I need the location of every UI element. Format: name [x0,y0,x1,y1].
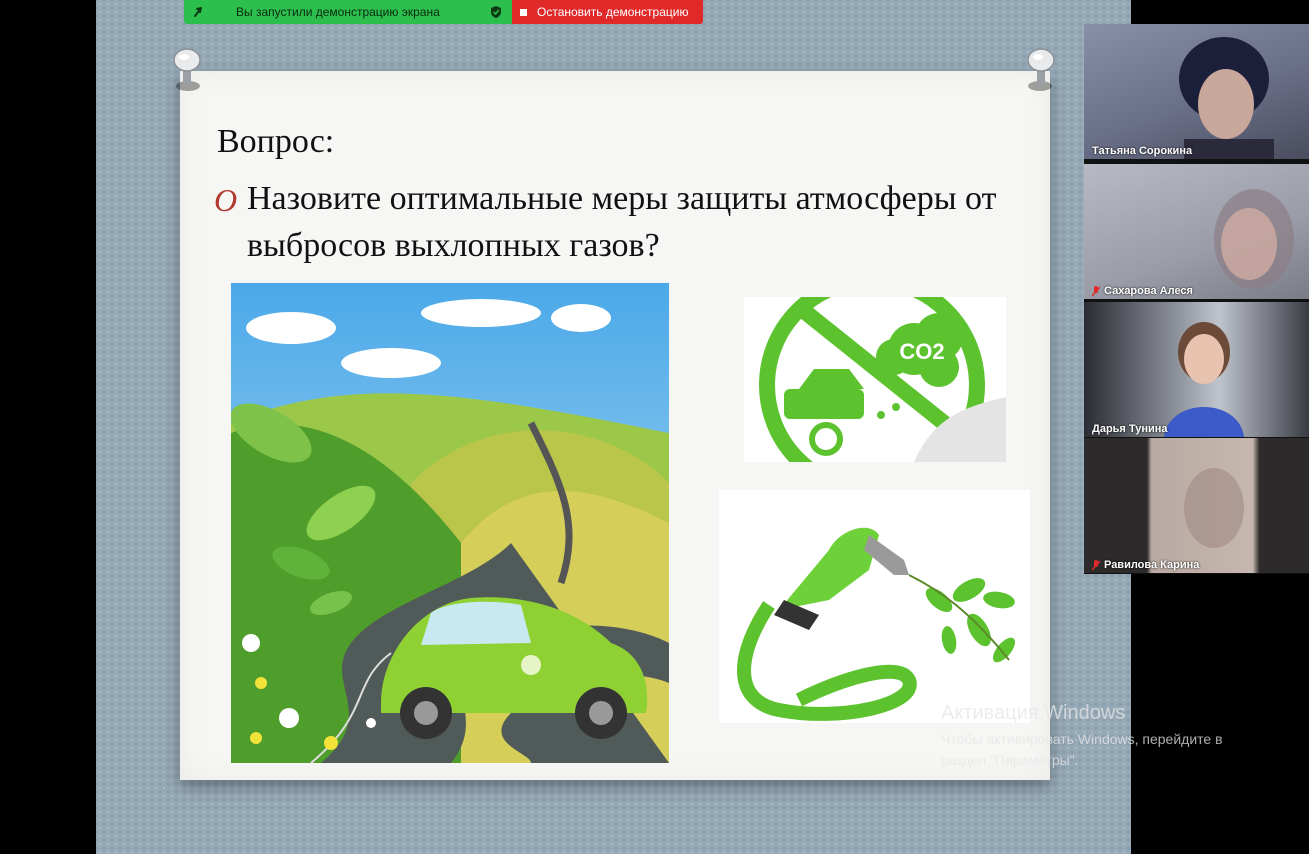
participant-name: Равилова Карина [1104,559,1200,571]
share-status-indicator: Вы запустили демонстрацию экрана [184,0,512,24]
share-arrow-icon [194,7,202,17]
presentation-slide: Вопрос: O Назовите оптимальные меры защи… [180,71,1050,780]
shield-icon [491,6,501,18]
participant-tile[interactable]: Сахарова Алеся [1084,164,1309,299]
pushpin-right-icon [1027,48,1055,91]
pushpin-left-icon [173,48,201,91]
participant-tile[interactable]: Дарья Тунина [1084,302,1309,437]
screen-share-bar: Вы запустили демонстрацию экрана Останов… [184,0,703,24]
participant-video [1164,322,1244,437]
no-co2-sign-image: CO2 [744,297,1006,462]
participant-name: Сахарова Алеся [1104,285,1193,297]
watermark-line-1: Чтобы активировать Windows, перейдите в [941,731,1223,747]
stop-square-icon [520,8,527,16]
mic-muted-icon [1092,285,1100,296]
participant-name-row: Сахарова Алеся [1092,285,1193,297]
mic-muted-icon [1092,559,1100,570]
bullet-marker: O [214,182,238,218]
participant-video [1184,468,1244,548]
slide-title: Вопрос: [217,123,335,160]
participant-video [1214,189,1294,289]
participant-tile[interactable]: Татьяна Сорокина [1084,24,1309,159]
co2-text: CO2 [899,339,944,364]
participant-tile[interactable]: Равилова Карина [1084,438,1309,573]
participants-panel: Татьяна Сорокина Сахарова Алеся Дарья Ту… [1084,24,1309,574]
stop-share-label: Остановить демонстрацию [537,5,689,19]
share-status-text: Вы запустили демонстрацию экрана [236,5,440,19]
participant-video [1179,37,1274,159]
windows-activation-watermark: Активация Windows Чтобы активировать Win… [941,702,1261,771]
green-car-landscape-image [231,283,669,763]
slide-question: Назовите оптимальные меры защиты атмосфе… [247,180,997,264]
stop-share-button[interactable]: Остановить демонстрацию [512,0,703,24]
participant-name: Татьяна Сорокина [1092,145,1193,157]
watermark-title: Активация Windows [941,702,1126,724]
participant-name: Дарья Тунина [1092,423,1168,435]
green-fuel-nozzle-image [719,490,1030,723]
participant-name-row: Равилова Карина [1092,559,1199,571]
watermark-line-2: раздел "Параметры". [941,752,1079,768]
